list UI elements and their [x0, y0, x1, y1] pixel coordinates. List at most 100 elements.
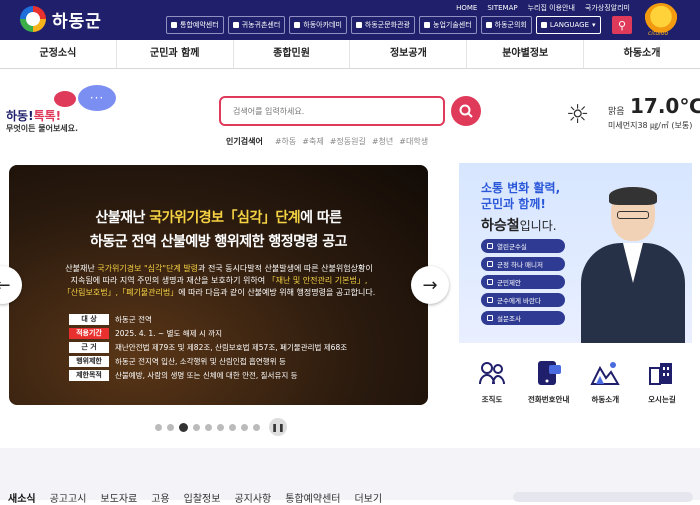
header-search-button[interactable]: ⚲ — [612, 16, 632, 34]
arrow-left-icon: ← — [0, 274, 11, 296]
speech-bubble-icon — [54, 91, 76, 107]
council-icon — [485, 22, 492, 28]
keyword-link[interactable]: #청년 — [372, 136, 393, 147]
pause-icon: ❚❚ — [271, 422, 285, 432]
slide-dot[interactable] — [155, 423, 162, 431]
slide-body: 산불재난 국가위기경보 "심각"단계 발령과 전국 동시다발적 산불발생에 따른… — [62, 264, 376, 297]
quick-link-agri-center[interactable]: 농업기술센터 — [419, 16, 477, 34]
slide-next-button[interactable]: → — [411, 266, 449, 304]
tab-reservation[interactable]: 통합예약센터 — [285, 490, 340, 505]
main-slide[interactable]: 산불재난 국가위기경보「심각」단계에 따른 하동군 전역 산불예방 행위제한 행… — [9, 165, 428, 405]
tab-new-news[interactable]: 새소식 — [8, 490, 36, 505]
camera-icon — [355, 22, 362, 28]
nav-info-disclosure[interactable]: 정보공개 — [350, 40, 468, 68]
mayor-link[interactable]: 군수에게 바란다 — [481, 293, 565, 307]
tab-bids[interactable]: 입찰정보 — [184, 490, 221, 505]
leaf-icon — [424, 22, 431, 28]
quick-links: 통합예약센터 귀농귀촌센터 하동아카데미 하동군문화관광 농업기술센터 하동군의… — [166, 16, 601, 34]
slide-headline-1: 산불재난 국가위기경보「심각」단계에 따른 — [95, 210, 342, 226]
sun-icon: ☼ — [566, 100, 590, 130]
tab-employment[interactable]: 고용 — [151, 490, 169, 505]
keyword-link[interactable]: #축제 — [302, 136, 323, 147]
slide-dot[interactable] — [217, 423, 224, 431]
quick-link-return-farm[interactable]: 귀농귀촌센터 — [227, 16, 286, 34]
book-icon — [294, 22, 301, 28]
mayor-link[interactable]: 군정 하나 매니저 — [481, 257, 565, 271]
pause-button[interactable]: ❚❚ — [269, 418, 287, 436]
top-bar: 하동군 HOME SITEMAP 누리집 이용안내 국가상징알리미 통합예약센터… — [0, 0, 700, 40]
mascot-text: cituloo — [648, 30, 669, 37]
quick-directions[interactable]: 오시는길 — [634, 358, 690, 405]
mayor-link[interactable]: 군민제안 — [481, 275, 565, 289]
talk-subtitle: 무엇이든 물어보세요. — [6, 124, 79, 133]
building-icon — [647, 358, 677, 388]
quick-link-council[interactable]: 하동군의회 — [480, 16, 532, 34]
slide-dot[interactable] — [205, 423, 212, 431]
globe-icon — [540, 22, 547, 28]
slide-row: 제한목적 산불예방, 사람의 생명 또는 신체에 대한 안전, 질서유지 등 — [69, 369, 399, 381]
phone-icon — [534, 358, 564, 388]
landscape-icon — [590, 358, 621, 388]
slide-dot-active[interactable] — [179, 422, 188, 432]
weather-temp: 17.0℃ — [630, 94, 700, 118]
quick-link-reservation[interactable]: 통합예약센터 — [166, 16, 224, 34]
quick-org-chart[interactable]: 조직도 — [464, 358, 520, 405]
news-tabs: 새소식 공고고시 보도자료 고용 입찰정보 공지사항 통합예약센터 더보기 — [8, 490, 382, 505]
more-link[interactable]: 더보기 — [354, 490, 382, 505]
search-button[interactable] — [451, 96, 481, 126]
talk-title: 하동!톡톡! — [6, 109, 62, 123]
slide-dot[interactable] — [229, 423, 236, 431]
sitemap-link[interactable]: SITEMAP — [487, 4, 517, 12]
arrow-right-icon: → — [422, 274, 438, 296]
survey-icon — [487, 315, 493, 321]
tab-press[interactable]: 보도자료 — [100, 490, 137, 505]
language-select[interactable]: LANGUAGE ▾ — [535, 16, 601, 34]
mayor-name: 하승철입니다. — [481, 218, 557, 234]
keyword-link[interactable]: #대학생 — [399, 136, 428, 147]
quick-about-hadong[interactable]: 하동소개 — [577, 358, 633, 405]
quick-phone-directory[interactable]: 전화번호안내 — [521, 358, 577, 405]
site-name: 하동군 — [52, 11, 102, 32]
popular-label: 인기검색어 — [226, 137, 263, 146]
quick-link-academy[interactable]: 하동아카데미 — [289, 16, 347, 34]
site-logo[interactable]: 하동군 — [20, 6, 102, 32]
tab-announcements[interactable]: 공지사항 — [234, 490, 271, 505]
slide-dot[interactable] — [253, 423, 260, 431]
usage-guide-link[interactable]: 누리집 이용안내 — [528, 3, 575, 13]
door-icon — [487, 243, 493, 249]
keyword-link[interactable]: #정동원길 — [330, 136, 366, 147]
bottom-banner-placeholder — [513, 492, 693, 502]
hadong-emblem-icon — [20, 6, 46, 32]
mayor-link[interactable]: 열린군수실 — [481, 239, 565, 253]
nav-field-info[interactable]: 분야별정보 — [467, 40, 585, 68]
slide-dot[interactable] — [241, 423, 248, 431]
promo-line-1: 소통 변화 활력, — [481, 181, 561, 195]
dust-level: 미세먼지38 ㎍/㎥ (보통) — [608, 121, 693, 130]
home-link[interactable]: HOME — [456, 4, 477, 12]
quick-link-tourism[interactable]: 하동군문화관광 — [350, 16, 416, 34]
nav-with-citizens[interactable]: 군민과 함께 — [117, 40, 234, 68]
slide-dot[interactable] — [167, 423, 174, 431]
nav-about-hadong[interactable]: 하동소개 — [584, 40, 700, 68]
nav-civil-service[interactable]: 종합민원 — [234, 40, 351, 68]
slide-row: 근 거 재난안전법 제79조 및 제82조, 산림보호법 제57조, 폐기물관리법… — [69, 341, 399, 353]
manager-icon — [487, 261, 493, 267]
slide-row: 대 상 하동군 전역 — [69, 313, 399, 325]
slide-row: 행위제한 하동군 전지역 입산, 소각행위 및 산림인접 흡연행위 등 — [69, 355, 399, 367]
proposal-icon — [487, 279, 493, 285]
nav-county-news[interactable]: 군정소식 — [0, 40, 117, 68]
slide-row: 적용기간 2025. 4. 1. ~ 별도 해제 시 까지 — [69, 327, 399, 339]
slide-detail-rows: 대 상 하동군 전역 적용기간 2025. 4. 1. ~ 별도 해제 시 까지 근… — [69, 313, 399, 383]
org-chart-icon — [477, 358, 507, 388]
search-input[interactable] — [219, 96, 445, 126]
slide-dot[interactable] — [193, 423, 200, 431]
mayor-link[interactable]: 설문조사 — [481, 311, 565, 325]
search-icon: ⚲ — [617, 18, 627, 32]
keyword-link[interactable]: #하동 — [275, 136, 296, 147]
search-icon — [459, 104, 473, 118]
utility-links: HOME SITEMAP 누리집 이용안내 국가상징알리미 — [456, 2, 630, 14]
tab-notices[interactable]: 공고고시 — [50, 490, 87, 505]
mayor-promo[interactable]: 소통 변화 활력, 군민과 함께! 하승철입니다. 열린군수실 군정 하나 매니… — [459, 163, 692, 343]
national-symbol-link[interactable]: 국가상징알리미 — [585, 3, 630, 13]
hadong-talk-banner[interactable]: ··· 하동!톡톡! 무엇이든 물어보세요. — [6, 85, 116, 135]
